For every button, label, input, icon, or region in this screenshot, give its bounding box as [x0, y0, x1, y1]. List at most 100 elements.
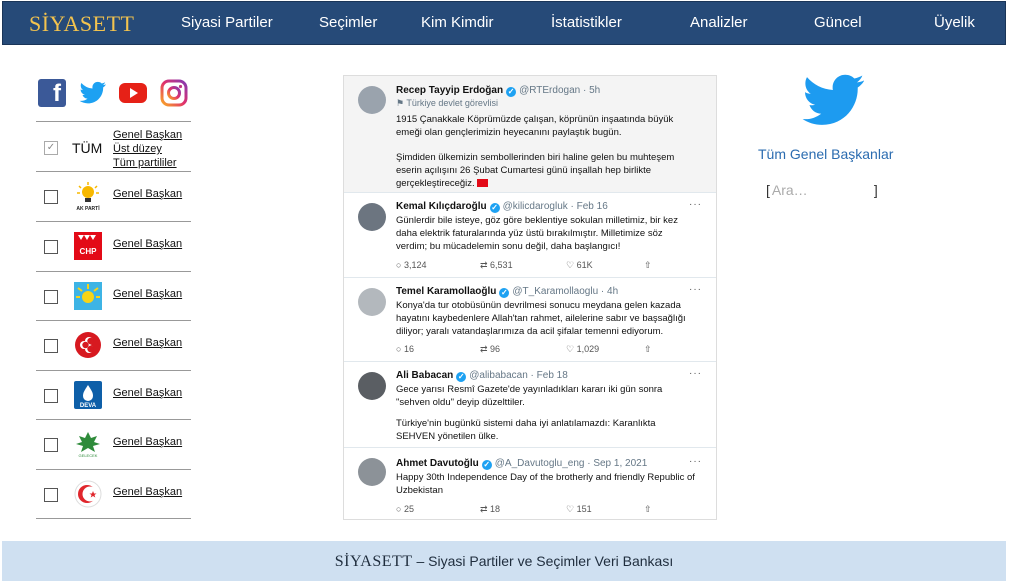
all-tum-partililer-link[interactable]: Tüm partililer	[113, 157, 177, 169]
tweet-actions: ○ 3,124 ⇄ 6,531 ♡ 61K ⇧	[396, 260, 696, 272]
tweet-author[interactable]: Temel Karamollaoğlu ✓ @T_Karamollaoglu · 4…	[396, 286, 618, 298]
saadet-genel-baskan-link[interactable]: Genel Başkan	[113, 486, 182, 498]
all-leaders-title[interactable]: Tüm Genel Başkanlar	[758, 146, 893, 162]
tweet-card[interactable]: Temel Karamollaoğlu ✓ @T_Karamollaoglu · 4…	[344, 278, 716, 362]
deva-checkbox[interactable]	[44, 389, 58, 403]
verified-icon: ✓	[481, 460, 492, 470]
share-icon[interactable]: ⇧	[644, 260, 652, 271]
verified-icon: ✓	[506, 87, 517, 97]
verified-icon: ✓	[489, 203, 500, 213]
more-options-icon[interactable]: ···	[689, 284, 702, 295]
search-input[interactable]	[769, 182, 874, 198]
iyi-checkbox[interactable]	[44, 290, 58, 304]
tweet-text: 1915 Çanakkale Köprümüzde çalışan, köprü…	[396, 114, 674, 138]
like-button[interactable]: ♡ 61K	[566, 260, 593, 271]
share-icon[interactable]: ⇧	[644, 504, 652, 515]
tweet-card[interactable]: Recep Tayyip Erdoğan ✓ @RTErdogan · 5h ⚑ T…	[344, 76, 716, 193]
tweet-card[interactable]: Kemal Kılıçdaroğlu ✓ @kilicdarogluk · Feb …	[344, 193, 716, 278]
deva-logo-icon: DEVA	[74, 381, 102, 409]
tweet-author[interactable]: Ali Babacan ✓ @alibabacan · Feb 18	[396, 370, 568, 382]
tweet-card[interactable]: Ali Babacan ✓ @alibabacan · Feb 18 ··· Gec…	[344, 362, 716, 448]
all-ust-duzey-link[interactable]: Üst düzey	[113, 143, 162, 155]
share-icon[interactable]: ⇧	[644, 344, 652, 355]
turkey-flag-icon	[477, 179, 489, 187]
nav-istatistikler[interactable]: İstatistikler	[551, 14, 622, 31]
gelecek-logo-text: GELECEK	[79, 453, 98, 458]
party-row-all: ✓ TÜM Genel Başkan Üst düzey Tüm partili…	[36, 121, 191, 172]
mhp-checkbox[interactable]	[44, 339, 58, 353]
party-filter-list: ✓ TÜM Genel Başkan Üst düzey Tüm partili…	[36, 121, 191, 519]
tweet-author[interactable]: Recep Tayyip Erdoğan ✓ @RTErdogan · 5h	[396, 85, 600, 97]
reply-button[interactable]: ○ 16	[396, 344, 414, 354]
more-options-icon[interactable]: ···	[689, 199, 702, 210]
search-bracket-close: ]	[873, 182, 878, 198]
gelecek-genel-baskan-link[interactable]: Genel Başkan	[113, 436, 182, 448]
tweet-author[interactable]: Kemal Kılıçdaroğlu ✓ @kilicdarogluk · Feb …	[396, 201, 608, 213]
tweet-text: Happy 30th Independence Day of the broth…	[396, 472, 695, 496]
nav-guncel[interactable]: Güncel	[814, 14, 862, 31]
gelecek-checkbox[interactable]	[44, 438, 58, 452]
chp-genel-baskan-link[interactable]: Genel Başkan	[113, 238, 182, 250]
avatar[interactable]	[358, 458, 386, 486]
instagram-icon[interactable]	[160, 79, 188, 107]
tweet-actions: ○ 16 ⇄ 96 ♡ 1,029 ⇧	[396, 344, 696, 356]
tweet-author[interactable]: Ahmet Davutoğlu ✓ @A_Davutoglu_eng · Sep 1…	[396, 458, 647, 470]
site-logo[interactable]: SİYASETT	[29, 11, 134, 37]
youtube-icon[interactable]	[119, 83, 147, 103]
facebook-icon[interactable]: f	[38, 79, 66, 107]
state-affiliated-label: ⚑ Türkiye devlet görevlisi	[396, 98, 498, 108]
footer-text: SİYASETT – Siyasi Partiler ve Seçimler V…	[334, 553, 674, 570]
akp-checkbox[interactable]	[44, 190, 58, 204]
reply-button[interactable]: ○ 25	[396, 504, 414, 514]
verified-icon: ✓	[456, 372, 467, 382]
all-genel-baskan-link[interactable]: Genel Başkan	[113, 129, 182, 141]
retweet-button[interactable]: ⇄ 18	[480, 504, 500, 515]
iyi-logo-icon	[74, 282, 102, 310]
all-checkbox[interactable]: ✓	[44, 141, 58, 155]
mhp-genel-baskan-link[interactable]: Genel Başkan	[113, 337, 182, 349]
twitter-feed[interactable]: Recep Tayyip Erdoğan ✓ @RTErdogan · 5h ⚑ T…	[343, 75, 717, 520]
nav-secimler[interactable]: Seçimler	[319, 14, 377, 31]
chp-logo-text: CHP	[80, 247, 98, 256]
party-row-gelecek: GELECEK Genel Başkan	[36, 420, 191, 470]
avatar[interactable]	[358, 288, 386, 316]
twitter-icon[interactable]	[79, 79, 107, 107]
chp-checkbox[interactable]	[44, 240, 58, 254]
nav-siyasi-partiler[interactable]: Siyasi Partiler	[181, 14, 273, 31]
search-box: []	[766, 182, 878, 198]
party-row-saadet: Genel Başkan	[36, 470, 191, 519]
deva-genel-baskan-link[interactable]: Genel Başkan	[113, 387, 182, 399]
tweet-actions: ○ 25 ⇄ 18 ♡ 151 ⇧	[396, 504, 696, 516]
footer: SİYASETT – Siyasi Partiler ve Seçimler V…	[2, 541, 1006, 581]
mhp-logo-icon	[74, 331, 102, 359]
avatar[interactable]	[358, 372, 386, 400]
tweet-card[interactable]: Ahmet Davutoğlu ✓ @A_Davutoglu_eng · Sep 1…	[344, 448, 716, 519]
tweet-text: Günlerdir bile isteye, göz göre beklenti…	[396, 215, 678, 252]
more-options-icon[interactable]: ···	[689, 456, 702, 467]
akp-logo-text: AK PARTİ	[76, 205, 100, 212]
party-row-akp: AK PARTİ Genel Başkan	[36, 172, 191, 222]
saadet-checkbox[interactable]	[44, 488, 58, 502]
like-button[interactable]: ♡ 151	[566, 504, 592, 515]
retweet-button[interactable]: ⇄ 6,531	[480, 260, 513, 271]
saadet-logo-icon	[74, 480, 102, 508]
retweet-button[interactable]: ⇄ 96	[480, 344, 500, 355]
chp-logo-icon: CHP	[74, 232, 102, 260]
reply-button[interactable]: ○ 3,124	[396, 260, 426, 270]
like-button[interactable]: ♡ 1,029	[566, 344, 599, 355]
akp-genel-baskan-link[interactable]: Genel Başkan	[113, 188, 182, 200]
nav-kim-kimdir[interactable]: Kim Kimdir	[421, 14, 494, 31]
nav-uyelik[interactable]: Üyelik	[934, 14, 975, 31]
tweet-text: Gece yarısı Resmî Gazete'de yayınladıkla…	[396, 384, 663, 408]
akp-logo-icon: AK PARTİ	[74, 182, 102, 212]
more-options-icon[interactable]: ···	[689, 368, 702, 379]
avatar[interactable]	[358, 86, 386, 114]
iyi-genel-baskan-link[interactable]: Genel Başkan	[113, 288, 182, 300]
deva-logo-text: DEVA	[80, 403, 97, 409]
tweet-text: Konya'da tur otobüsünün devrilmesi sonuc…	[396, 300, 686, 337]
nav-analizler[interactable]: Analizler	[690, 14, 748, 31]
twitter-bird-icon	[802, 74, 864, 125]
tweet-text-2: Türkiye'nin bugünkü sistemi daha iyi anl…	[396, 418, 656, 442]
avatar[interactable]	[358, 203, 386, 231]
verified-icon: ✓	[499, 288, 510, 298]
